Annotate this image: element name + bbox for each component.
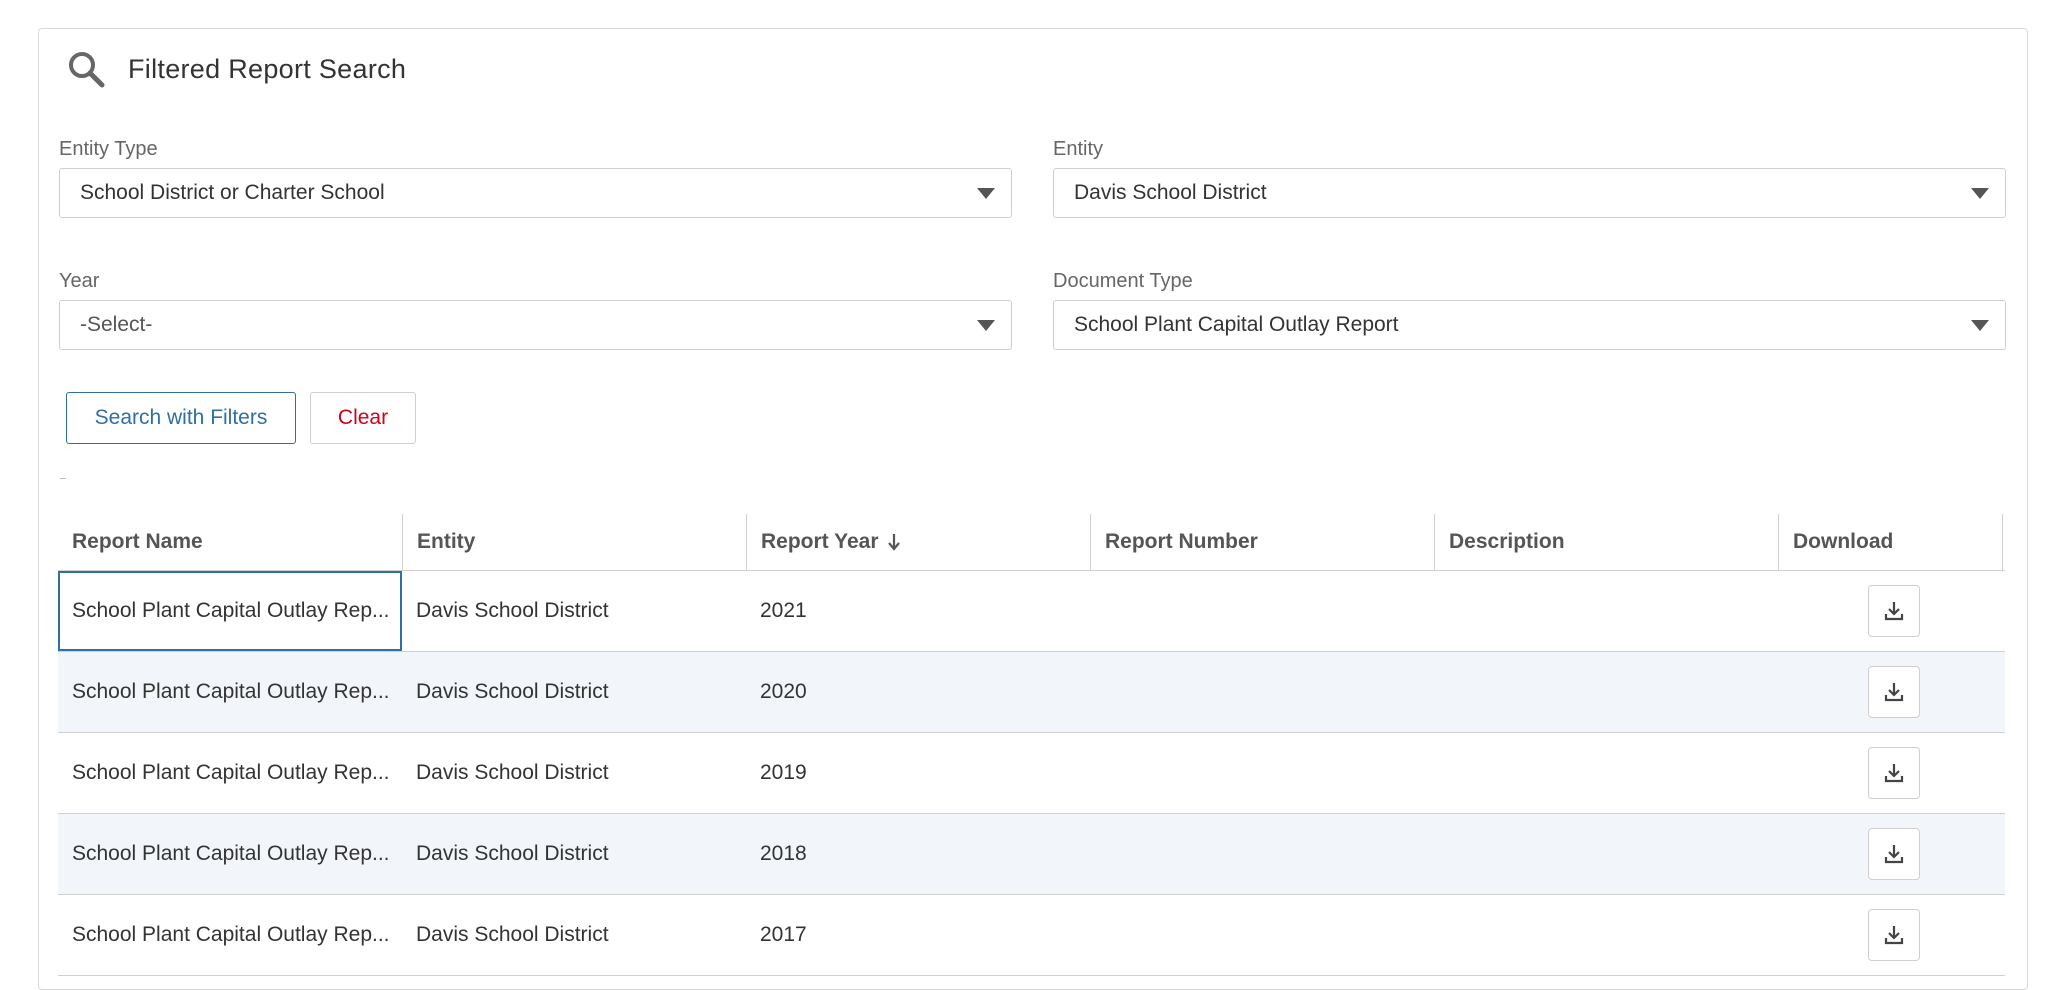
- cell-description: [1434, 814, 1778, 894]
- cell-report-year: 2019: [760, 761, 807, 784]
- page-title: Filtered Report Search: [128, 53, 407, 84]
- cell-report-number: [1090, 895, 1434, 975]
- cell-report-year: 2018: [760, 842, 807, 865]
- download-button[interactable]: [1868, 585, 1920, 637]
- entity-label: Entity: [1053, 138, 1104, 160]
- cell-report-number: [1090, 733, 1434, 813]
- cell-report-number: [1090, 814, 1434, 894]
- download-icon: [1884, 845, 1904, 864]
- entity-type-value: School District or Charter School: [80, 181, 385, 204]
- download-button[interactable]: [1868, 909, 1920, 961]
- cell-description: [1434, 571, 1778, 651]
- cell-report-year: 2021: [760, 599, 807, 622]
- cell-report-number: [1090, 571, 1434, 651]
- table-header: Report Name Entity Report Year Report Nu…: [58, 514, 2005, 571]
- search-icon: [69, 52, 105, 88]
- cell-entity: Davis School District: [416, 842, 609, 865]
- panel-header: Filtered Report Search: [66, 48, 406, 90]
- column-header-report-year-label: Report Year: [761, 530, 879, 553]
- document-type-label: Document Type: [1053, 270, 1193, 292]
- entity-type-label: Entity Type: [59, 138, 158, 160]
- column-header-report-year[interactable]: Report Year: [746, 514, 1090, 570]
- entity-value: Davis School District: [1074, 181, 1267, 204]
- table-row: School Plant Capital Outlay Rep... Davis …: [58, 733, 2005, 814]
- table-row: School Plant Capital Outlay Rep... Davis …: [58, 814, 2005, 895]
- chevron-down-icon: [1971, 320, 1989, 331]
- table-body: School Plant Capital Outlay Rep... Davis …: [58, 571, 2005, 976]
- cell-description: [1434, 733, 1778, 813]
- table-row: School Plant Capital Outlay Rep... Davis …: [58, 652, 2005, 733]
- cell-entity: Davis School District: [416, 761, 609, 784]
- year-select[interactable]: -Select-: [59, 300, 1012, 350]
- cell-report-number: [1090, 652, 1434, 732]
- divider: [60, 478, 66, 479]
- cell-report-name[interactable]: School Plant Capital Outlay Rep...: [58, 733, 402, 813]
- chevron-down-icon: [1971, 188, 1989, 199]
- cell-entity: Davis School District: [416, 923, 609, 946]
- year-value: -Select-: [80, 313, 153, 336]
- cell-report-name[interactable]: School Plant Capital Outlay Rep...: [58, 571, 402, 651]
- download-icon: [1884, 602, 1904, 621]
- cell-entity: Davis School District: [416, 680, 609, 703]
- cell-description: [1434, 652, 1778, 732]
- document-type-value: School Plant Capital Outlay Report: [1074, 313, 1399, 336]
- cell-report-year: 2020: [760, 680, 807, 703]
- chevron-down-icon: [977, 188, 995, 199]
- search-with-filters-button[interactable]: Search with Filters: [66, 392, 296, 444]
- cell-entity: Davis School District: [416, 599, 609, 622]
- chevron-down-icon: [977, 320, 995, 331]
- reports-table: Report Name Entity Report Year Report Nu…: [58, 514, 2005, 976]
- sort-descending-icon: [887, 534, 900, 551]
- cell-report-name[interactable]: School Plant Capital Outlay Rep...: [58, 895, 402, 975]
- column-header-report-name[interactable]: Report Name: [58, 514, 402, 570]
- cell-report-year: 2017: [760, 923, 807, 946]
- download-button[interactable]: [1868, 747, 1920, 799]
- column-header-download: Download: [1778, 514, 2003, 570]
- entity-select[interactable]: Davis School District: [1053, 168, 2006, 218]
- table-row: School Plant Capital Outlay Rep... Davis …: [58, 571, 2005, 652]
- column-header-description[interactable]: Description: [1434, 514, 1778, 570]
- download-button[interactable]: [1868, 828, 1920, 880]
- download-icon: [1884, 683, 1904, 702]
- cell-report-name[interactable]: School Plant Capital Outlay Rep...: [58, 652, 402, 732]
- cell-description: [1434, 895, 1778, 975]
- table-row: School Plant Capital Outlay Rep... Davis …: [58, 895, 2005, 976]
- download-icon: [1884, 926, 1904, 945]
- column-header-entity[interactable]: Entity: [402, 514, 746, 570]
- document-type-select[interactable]: School Plant Capital Outlay Report: [1053, 300, 2006, 350]
- entity-type-select[interactable]: School District or Charter School: [59, 168, 1012, 218]
- download-button[interactable]: [1868, 666, 1920, 718]
- cell-report-name[interactable]: School Plant Capital Outlay Rep...: [58, 814, 402, 894]
- download-icon: [1884, 764, 1904, 783]
- year-label: Year: [59, 270, 100, 292]
- clear-button[interactable]: Clear: [310, 392, 416, 444]
- column-header-report-number[interactable]: Report Number: [1090, 514, 1434, 570]
